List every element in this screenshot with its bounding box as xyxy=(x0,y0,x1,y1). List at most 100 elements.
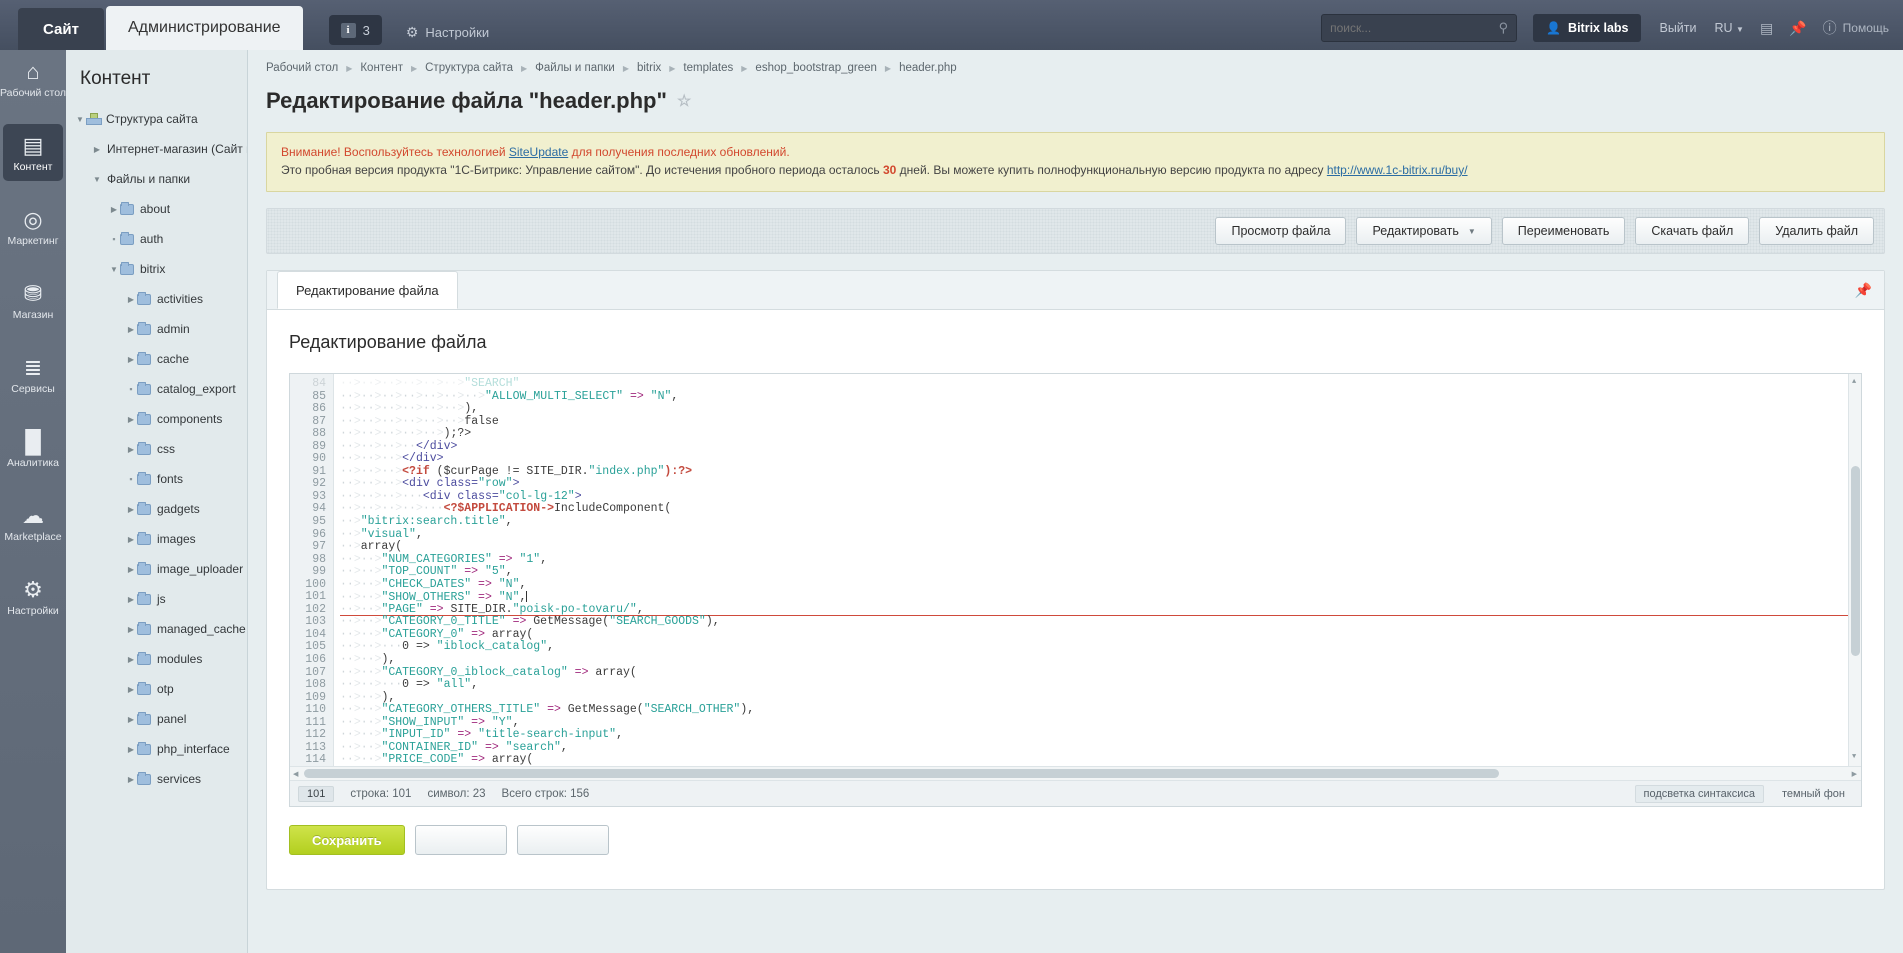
chevron-right-icon[interactable]: ▶ xyxy=(125,445,137,454)
code-line[interactable]: ··>··>··><?if ($curPage != SITE_DIR."ind… xyxy=(340,465,1861,479)
tree-node-activities[interactable]: ▶ activities xyxy=(66,284,247,314)
rail-item-bar-chart[interactable]: █ Аналитика xyxy=(0,420,66,477)
dark-theme-toggle[interactable]: темный фон xyxy=(1774,786,1853,802)
code-line[interactable]: ··>··>"NUM_CATEGORIES" => "1", xyxy=(340,553,1861,567)
settings-menu-item[interactable]: ⚙ Настройки xyxy=(406,24,489,41)
scroll-up-arrow-icon[interactable]: ▲ xyxy=(1852,376,1856,389)
chevron-right-icon[interactable]: ▶ xyxy=(125,295,137,304)
code-line[interactable]: ··>··>"CHECK_DATES" => "N", xyxy=(340,578,1861,592)
code-line[interactable]: ··>··>"CATEGORY_0" => array( xyxy=(340,628,1861,642)
tree-node--[interactable]: ▶ Интернет-магазин (Сайт по xyxy=(66,134,247,164)
code-editor[interactable]: 84 85 86 87 88 89 90 91 92 93 94 95 96 97 98 99 100 101 10… xyxy=(289,373,1862,807)
pin-icon[interactable]: 📌 xyxy=(1789,20,1806,37)
tree-node-about[interactable]: ▶ about xyxy=(66,194,247,224)
tree-node--[interactable]: ▼ Файлы и папки xyxy=(66,164,247,194)
code-line[interactable]: ··>··>···0 => "all", xyxy=(340,678,1861,692)
tree-node-services[interactable]: ▶ services xyxy=(66,764,247,794)
code-line[interactable]: ··>··>"PRICE_CODE" => array( xyxy=(340,754,1861,766)
breadcrumb-item[interactable]: eshop_bootstrap_green xyxy=(755,62,877,74)
chevron-down-icon[interactable]: ▼ xyxy=(74,115,86,124)
tree-node-cache[interactable]: ▶ cache xyxy=(66,344,247,374)
rail-item-target[interactable]: ◎ Маркетинг xyxy=(0,198,66,255)
rename-button[interactable]: Переименовать xyxy=(1501,217,1626,245)
rail-item-layers[interactable]: ≣ Сервисы xyxy=(0,346,66,403)
chevron-right-icon[interactable]: ▶ xyxy=(125,325,137,334)
rail-item-document[interactable]: ▤ Контент xyxy=(3,124,63,181)
breadcrumb-item[interactable]: templates xyxy=(683,62,733,74)
code-line[interactable]: ··>··>··>··>··>··>··>"ALLOW_MULTI_SELECT… xyxy=(340,390,1861,404)
breadcrumb-item[interactable]: bitrix xyxy=(637,62,661,74)
mobile-icon[interactable]: ▤ xyxy=(1760,20,1773,37)
secondary-button-2[interactable] xyxy=(516,825,609,855)
tree-node-modules[interactable]: ▶ modules xyxy=(66,644,247,674)
chevron-right-icon[interactable]: ▶ xyxy=(125,535,137,544)
vertical-scrollbar[interactable]: ▲ ▼ xyxy=(1848,374,1861,766)
tree-node-catalog_export[interactable]: ▪ catalog_export xyxy=(66,374,247,404)
rail-item-gear[interactable]: ⚙ Настройки xyxy=(0,568,66,625)
chevron-right-icon[interactable]: ▶ xyxy=(125,415,137,424)
bitrix-labs-button[interactable]: 👤 Bitrix labs xyxy=(1533,14,1642,42)
view-file-button[interactable]: Просмотр файла xyxy=(1215,217,1347,245)
chevron-right-icon[interactable]: ▶ xyxy=(125,595,137,604)
language-selector[interactable]: RU ▼ xyxy=(1715,21,1744,35)
rail-item-cloud-download[interactable]: ☁ Marketplace xyxy=(0,494,66,551)
chevron-right-icon[interactable]: ▶ xyxy=(125,625,137,634)
secondary-button-1[interactable] xyxy=(414,825,507,855)
breadcrumb-item[interactable]: Рабочий стол xyxy=(266,62,338,74)
tree-node-auth[interactable]: ▪ auth xyxy=(66,224,247,254)
code-line[interactable]: ··>··>··>··>···<?$APPLICATION->IncludeCo… xyxy=(340,503,1861,516)
delete-file-button[interactable]: Удалить файл xyxy=(1759,217,1874,245)
code-line[interactable]: ··>··>"INPUT_ID" => "title-search-input"… xyxy=(340,729,1861,742)
breadcrumb-item[interactable]: Файлы и папки xyxy=(535,62,615,74)
code-line[interactable]: ··>··>"CONTAINER_ID" => "search", xyxy=(340,741,1861,755)
tree-node-css[interactable]: ▶ css xyxy=(66,434,247,464)
vertical-scroll-thumb[interactable] xyxy=(1851,466,1860,656)
logout-link[interactable]: Выйти xyxy=(1659,21,1696,35)
search-icon[interactable]: ⚲ xyxy=(1499,20,1509,36)
code-line[interactable]: ··>··>"TOP_COUNT" => "5", xyxy=(340,565,1861,579)
horizontal-scroll-thumb[interactable] xyxy=(304,769,1499,778)
tree-node-gadgets[interactable]: ▶ gadgets xyxy=(66,494,247,524)
chevron-right-icon[interactable]: ▶ xyxy=(125,565,137,574)
tree-node--[interactable]: ▼ Структура сайта xyxy=(66,104,247,134)
breadcrumb-item[interactable]: Структура сайта xyxy=(425,62,513,74)
help-button[interactable]: ⓘ Помощь xyxy=(1823,18,1889,38)
notifications-button[interactable]: i 3 xyxy=(328,15,382,45)
code-line[interactable]: ··>··>··>··>··>);?> xyxy=(340,427,1861,441)
search-input[interactable] xyxy=(1330,21,1499,35)
edit-button[interactable]: Редактировать ▼ xyxy=(1356,217,1492,245)
rail-item-home[interactable]: ⌂ Рабочий стол xyxy=(0,50,66,107)
tree-node-admin[interactable]: ▶ admin xyxy=(66,314,247,344)
siteupdate-link[interactable]: SiteUpdate xyxy=(509,145,568,159)
code-line[interactable]: ··>··>"CATEGORY_OTHERS_TITLE" => GetMess… xyxy=(340,703,1861,717)
code-surface[interactable]: 84 85 86 87 88 89 90 91 92 93 94 95 96 97 98 99 100 101 10… xyxy=(290,374,1861,766)
tree-node-panel[interactable]: ▶ panel xyxy=(66,704,247,734)
chevron-right-icon[interactable]: ▶ xyxy=(125,655,137,664)
tree-node-js[interactable]: ▶ js xyxy=(66,584,247,614)
breadcrumb-item[interactable]: Контент xyxy=(360,62,403,74)
code-line[interactable]: ··>"bitrix:search.title", xyxy=(340,515,1861,529)
chevron-right-icon[interactable]: ▶ xyxy=(125,505,137,514)
chevron-right-icon[interactable]: ▶ xyxy=(125,685,137,694)
favorite-star-icon[interactable]: ☆ xyxy=(677,91,691,111)
tree-node-bitrix[interactable]: ▼ bitrix xyxy=(66,254,247,284)
chevron-right-icon[interactable]: ▶ xyxy=(91,145,103,154)
scroll-left-arrow-icon[interactable]: ◀ xyxy=(293,770,298,778)
code-line[interactable]: ··>··>··>··>··>··>false xyxy=(340,415,1861,429)
code-line[interactable]: ··>"visual", xyxy=(340,528,1861,542)
chevron-right-icon[interactable]: ▶ xyxy=(125,775,137,784)
code-line[interactable]: ··>··>···0 => "iblock_catalog", xyxy=(340,641,1861,654)
download-file-button[interactable]: Скачать файл xyxy=(1635,217,1750,245)
chevron-right-icon[interactable]: ▶ xyxy=(125,715,137,724)
tree-node-php_interface[interactable]: ▶ php_interface xyxy=(66,734,247,764)
chevron-down-icon[interactable]: ▼ xyxy=(108,265,120,274)
tab-administration[interactable]: Администрирование xyxy=(106,6,303,50)
tree-node-managed_cache[interactable]: ▶ managed_cache xyxy=(66,614,247,644)
code-line[interactable]: ··>··>··>··</div> xyxy=(340,440,1861,454)
tab-edit-file[interactable]: Редактирование файла xyxy=(277,271,458,309)
code-line[interactable]: ··>··>··>··>··>··>), xyxy=(340,402,1861,416)
horizontal-scrollbar[interactable]: ◀ ▶ xyxy=(290,766,1861,780)
buy-link[interactable]: http://www.1c-bitrix.ru/buy/ xyxy=(1327,163,1468,177)
tree-node-image_uploader[interactable]: ▶ image_uploader xyxy=(66,554,247,584)
chevron-down-icon[interactable]: ▼ xyxy=(91,175,103,184)
